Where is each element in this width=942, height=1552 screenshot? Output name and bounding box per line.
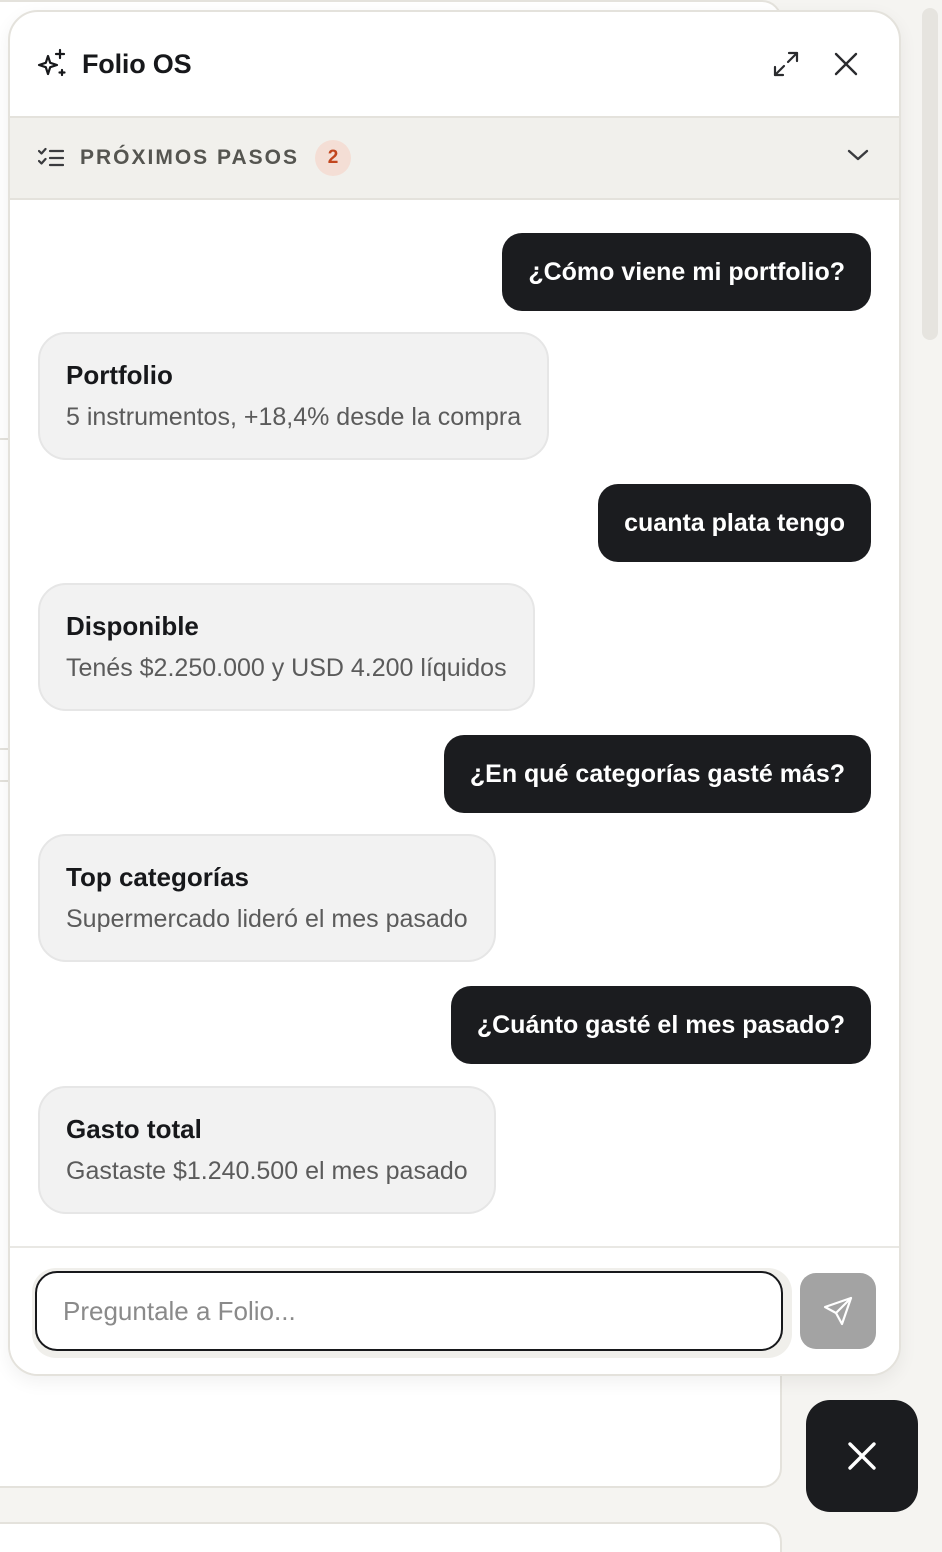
chevron-down-icon xyxy=(847,149,869,161)
chat-title: Folio OS xyxy=(82,48,192,79)
send-button[interactable] xyxy=(800,1273,876,1349)
close-icon xyxy=(848,1442,876,1470)
assistant-card[interactable]: Disponible Tenés $2.250.000 y USD 4.200 … xyxy=(38,583,535,711)
chat-header: Folio OS xyxy=(10,12,899,116)
page-scrollbar[interactable] xyxy=(920,8,942,1378)
assistant-card-text: Tenés $2.250.000 y USD 4.200 líquidos xyxy=(66,654,507,682)
next-steps-count-badge: 2 xyxy=(314,140,351,176)
expand-button[interactable] xyxy=(768,46,804,82)
next-steps-label: PRÓXIMOS PASOS xyxy=(80,146,299,169)
user-message: cuanta plata tengo xyxy=(598,484,871,562)
toggle-chat-button[interactable] xyxy=(806,1400,918,1512)
assistant-card[interactable]: Top categorías Supermercado lideró el me… xyxy=(38,834,496,962)
close-icon xyxy=(834,52,858,76)
assistant-card-title: Portfolio xyxy=(66,360,173,390)
send-icon xyxy=(823,1296,853,1326)
expand-icon xyxy=(773,51,799,77)
next-steps-toggle[interactable]: PRÓXIMOS PASOS 2 xyxy=(10,116,899,200)
chat-panel: Folio OS PRÓXIMOS PASOS 2 ¿Cómo viene mi… xyxy=(8,10,901,1376)
close-chat-button[interactable] xyxy=(828,46,864,82)
assistant-card[interactable]: Portfolio 5 instrumentos, +18,4% desde l… xyxy=(38,332,550,460)
chat-input[interactable] xyxy=(35,1271,783,1351)
assistant-card-title: Disponible xyxy=(66,611,199,641)
checklist-icon xyxy=(38,147,64,167)
assistant-card-title: Top categorías xyxy=(66,862,250,892)
composer xyxy=(10,1246,899,1374)
assistant-card-title: Gasto total xyxy=(66,1114,202,1144)
background-card xyxy=(0,1522,782,1552)
scrollbar-thumb[interactable] xyxy=(922,8,938,340)
user-message: ¿En qué categorías gasté más? xyxy=(443,735,871,813)
sparkle-icon xyxy=(37,48,66,77)
message-list: ¿Cómo viene mi portfolio? Portfolio 5 in… xyxy=(10,200,899,1246)
assistant-card-text: 5 instrumentos, +18,4% desde la compra xyxy=(66,403,522,431)
assistant-card-text: Supermercado lideró el mes pasado xyxy=(66,905,468,933)
assistant-card-text: Gastaste $1.240.500 el mes pasado xyxy=(66,1157,468,1185)
user-message: ¿Cómo viene mi portfolio? xyxy=(502,233,871,311)
input-focus-ring xyxy=(32,1268,792,1358)
page: Folio OS PRÓXIMOS PASOS 2 ¿Cómo viene mi… xyxy=(0,0,942,1552)
assistant-card[interactable]: Gasto total Gastaste $1.240.500 el mes p… xyxy=(38,1086,496,1214)
user-message: ¿Cuánto gasté el mes pasado? xyxy=(450,986,871,1064)
